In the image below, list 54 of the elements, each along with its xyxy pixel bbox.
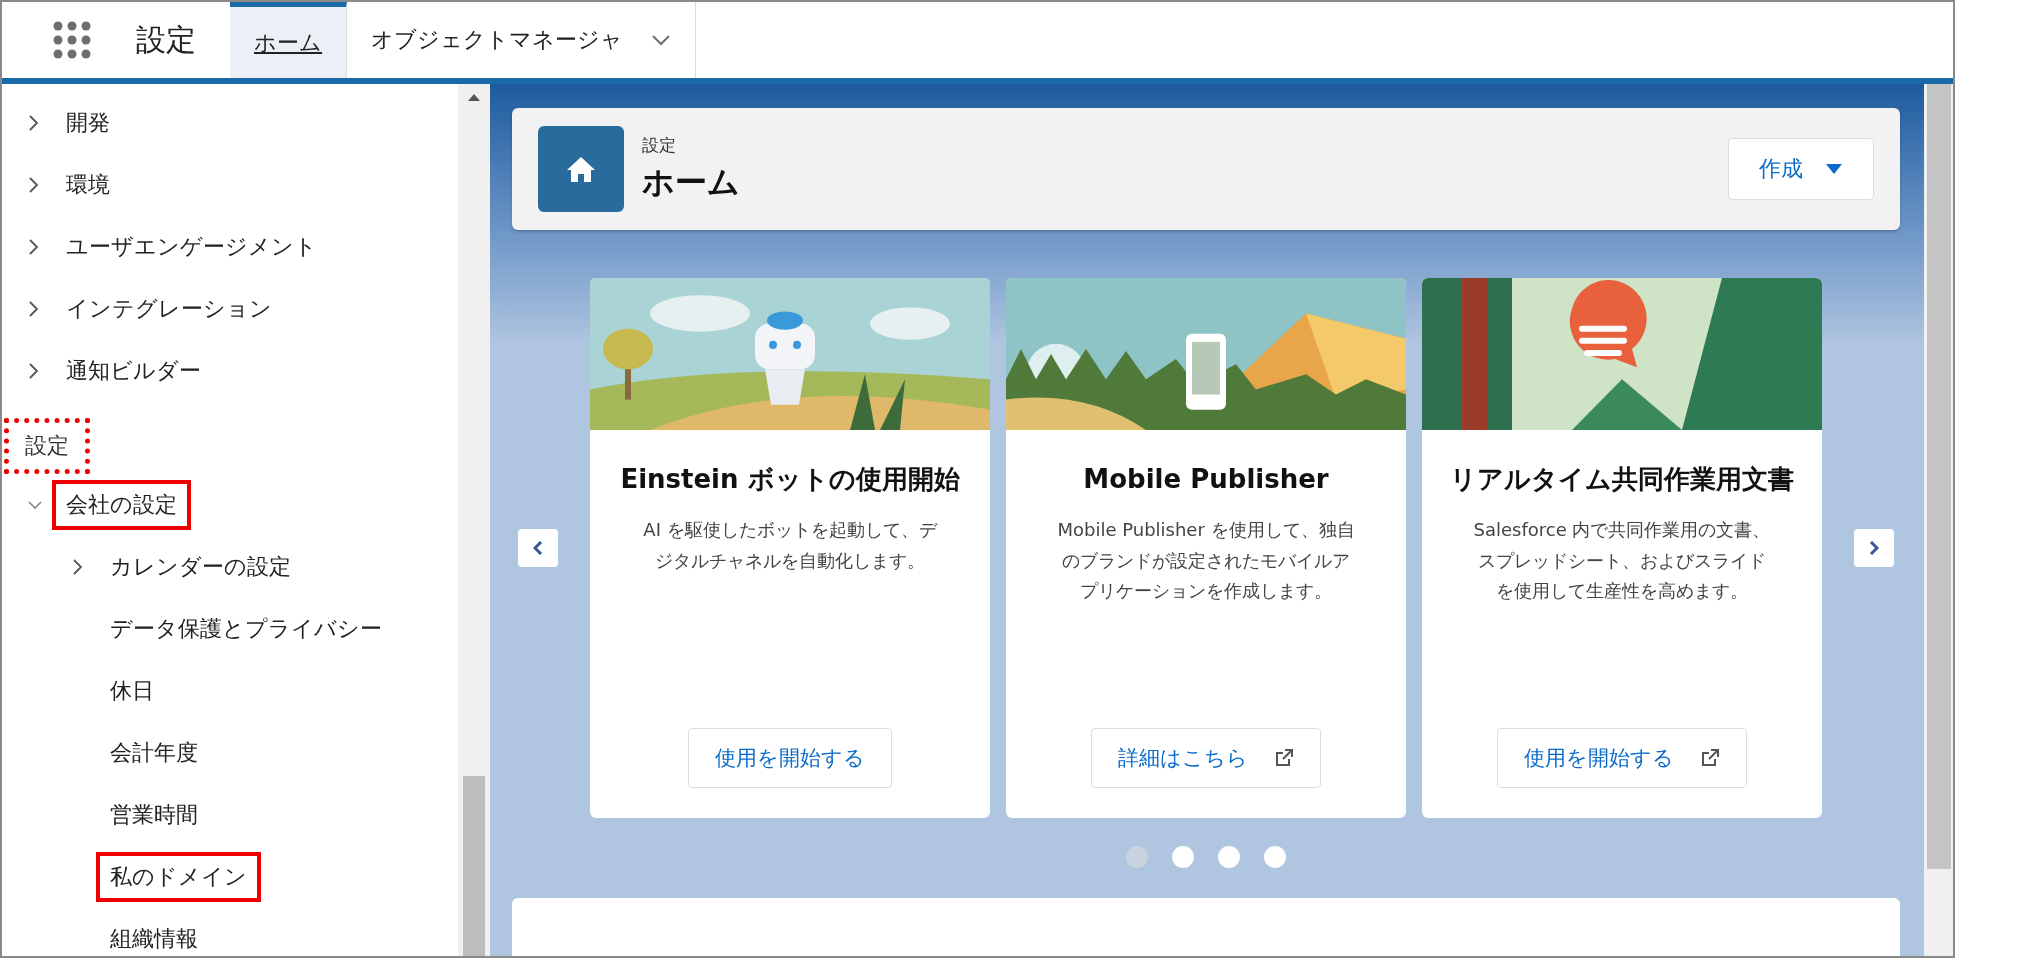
app-name: 設定 <box>136 20 196 59</box>
sidebar-item[interactable]: データ保護とプライバシー <box>102 610 390 648</box>
scroll-thumb[interactable] <box>1926 84 1951 869</box>
sidebar-item[interactable]: カレンダーの設定 <box>102 548 299 586</box>
scrollbar[interactable] <box>458 84 490 956</box>
scrollbar[interactable] <box>1924 84 1953 956</box>
caret-down-icon <box>1825 163 1843 175</box>
chevron-right-icon[interactable] <box>28 362 40 380</box>
external-link-icon <box>1274 748 1294 768</box>
sidebar-item[interactable]: 通知ビルダー <box>58 352 209 390</box>
sidebar-item[interactable]: 休日 <box>102 672 162 710</box>
chevron-right-icon[interactable] <box>72 558 84 576</box>
card-description: Mobile Publisher を使用して、独自のブランドが設定されたモバイルアプリケーションを作成します。 <box>1056 518 1356 604</box>
carousel-dot[interactable] <box>1172 846 1194 868</box>
sidebar-item[interactable]: 開発 <box>58 104 118 142</box>
chevron-left-icon <box>533 541 543 555</box>
sidebar-item[interactable]: 営業時間 <box>102 796 206 834</box>
card-title: Einstein ボットの使用開始 <box>620 463 960 496</box>
chevron-down-icon[interactable] <box>651 34 671 46</box>
sidebar-item[interactable]: 会社の設定 <box>52 480 191 530</box>
page-title: ホーム <box>642 161 740 203</box>
nav-tab[interactable]: ホーム <box>230 2 347 78</box>
sidebar-item[interactable]: 私のドメイン <box>96 852 261 902</box>
sidebar-item[interactable]: 環境 <box>58 166 118 204</box>
home-icon <box>538 126 624 212</box>
card-action-button[interactable]: 使用を開始する <box>688 728 892 788</box>
scroll-thumb[interactable] <box>463 776 485 956</box>
chevron-right-icon <box>1869 541 1879 555</box>
carousel-dot[interactable] <box>1218 846 1240 868</box>
sidebar-item[interactable]: ユーザエンゲージメント <box>58 228 325 266</box>
carousel-dot[interactable] <box>1126 846 1148 868</box>
app-launcher-icon[interactable] <box>52 20 92 60</box>
sidebar-item[interactable]: 組織情報 <box>102 920 206 956</box>
card-description: AI を駆使したボットを起動して、デジタルチャネルを自動化します。 <box>642 518 939 573</box>
card-title: Mobile Publisher <box>1083 463 1329 496</box>
next-button[interactable] <box>1854 529 1894 567</box>
nav-tab[interactable]: オブジェクトマネージャ <box>347 2 696 78</box>
carousel-dot[interactable] <box>1264 846 1286 868</box>
section-heading: 設定 <box>4 418 90 474</box>
card-action-button[interactable]: 使用を開始する <box>1497 728 1747 788</box>
scroll-up-icon[interactable] <box>467 92 481 102</box>
chevron-right-icon[interactable] <box>28 176 40 194</box>
sidebar-item[interactable]: 会計年度 <box>102 734 206 772</box>
sidebar-item[interactable]: インテグレーション <box>58 290 280 328</box>
chevron-right-icon[interactable] <box>28 300 40 318</box>
header-eyebrow: 設定 <box>642 133 677 157</box>
card-description: Salesforce 内で共同作業用の文書、スプレッドシート、およびスライドを使用して生産性を高めます。 <box>1472 518 1772 604</box>
create-button[interactable]: 作成 <box>1728 138 1874 200</box>
card-title: リアルタイム共同作業用文書 <box>1450 463 1794 496</box>
chevron-right-icon[interactable] <box>28 114 40 132</box>
external-link-icon <box>1700 748 1720 768</box>
card-action-button[interactable]: 詳細はこちら <box>1091 728 1321 788</box>
chevron-right-icon[interactable] <box>28 238 40 256</box>
previous-button[interactable] <box>518 529 558 567</box>
